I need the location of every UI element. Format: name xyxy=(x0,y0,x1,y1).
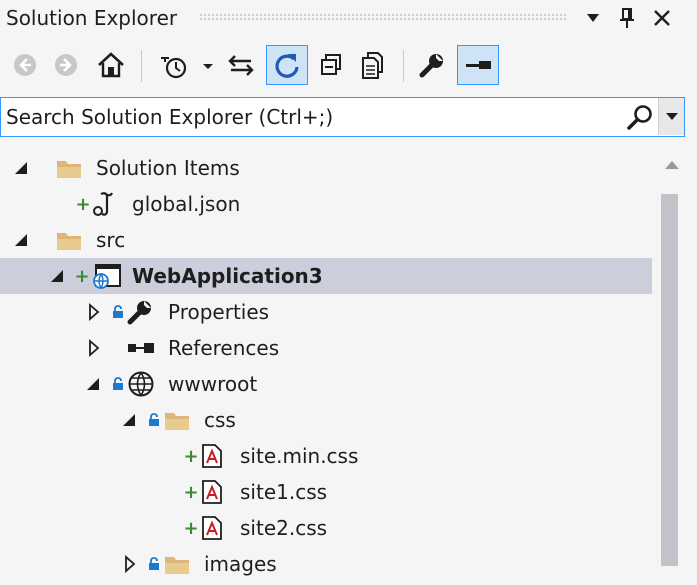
web-project-icon xyxy=(90,258,122,294)
css-file-icon xyxy=(201,474,223,510)
lock-icon xyxy=(112,294,124,330)
folder-icon xyxy=(56,222,82,258)
scroll-up-arrow-icon[interactable] xyxy=(660,155,684,175)
tree-item-label: wwwroot xyxy=(168,372,258,396)
tree-item-src[interactable]: src xyxy=(0,222,652,258)
refresh-button[interactable] xyxy=(266,45,308,85)
collapse-all-icon xyxy=(321,54,341,75)
added-marker-icon: + xyxy=(183,517,199,539)
dropdown-arrow-icon[interactable] xyxy=(580,4,606,32)
folder-icon xyxy=(56,150,82,186)
expanded-arrow-icon[interactable] xyxy=(86,366,100,402)
tree-item-css[interactable]: css xyxy=(0,402,652,438)
title-bar: Solution Explorer xyxy=(0,0,697,38)
preview-selected-items-icon xyxy=(466,61,491,69)
lock-icon xyxy=(148,546,160,582)
tree-item-properties[interactable]: Properties xyxy=(0,294,652,330)
tree-item-label: Properties xyxy=(168,300,270,324)
css-file-icon xyxy=(201,510,223,546)
solution-tree: Solution Items + global.json src + WebAp… xyxy=(0,150,655,585)
wrench-icon xyxy=(126,294,154,330)
folder-icon xyxy=(164,402,190,438)
tree-item-label: global.json xyxy=(132,192,241,216)
vertical-scrollbar[interactable] xyxy=(660,150,684,585)
back-icon xyxy=(14,54,36,76)
back-button[interactable] xyxy=(6,45,44,85)
folder-icon xyxy=(164,546,190,582)
added-marker-icon: + xyxy=(74,265,90,287)
expanded-arrow-icon[interactable] xyxy=(122,402,136,438)
tree-item-label: images xyxy=(204,552,277,576)
scrollbar-thumb[interactable] xyxy=(661,194,678,566)
tree-item-webapplication3[interactable]: + WebApplication3 xyxy=(0,258,652,294)
forward-icon xyxy=(55,54,77,76)
search-options-button[interactable] xyxy=(658,98,684,135)
tree-item-images[interactable]: images xyxy=(0,546,652,582)
tree-item-references[interactable]: References xyxy=(0,330,652,366)
json-file-icon xyxy=(91,186,115,222)
tree-item-site2-css[interactable]: + site2.css xyxy=(0,510,652,546)
tree-item-label: WebApplication3 xyxy=(132,264,323,288)
expanded-arrow-icon[interactable] xyxy=(14,150,28,186)
tree-item-label: Solution Items xyxy=(96,156,240,180)
collapse-all-button[interactable] xyxy=(312,45,350,85)
show-all-files-button[interactable] xyxy=(355,45,393,85)
added-marker-icon: + xyxy=(183,481,199,503)
tree-item-wwwroot[interactable]: wwwroot xyxy=(0,366,652,402)
expanded-arrow-icon[interactable] xyxy=(50,258,64,294)
references-icon xyxy=(126,330,156,366)
pending-changes-filter-button[interactable] xyxy=(154,45,216,85)
show-all-files-icon xyxy=(362,52,383,79)
search-icon[interactable] xyxy=(625,103,655,131)
tree-item-label: css xyxy=(204,408,236,432)
globe-icon xyxy=(127,366,155,402)
collapsed-arrow-icon[interactable] xyxy=(88,330,100,366)
home-icon xyxy=(98,52,124,78)
toolbar-separator xyxy=(141,50,142,82)
sync-with-active-document-icon xyxy=(228,55,254,76)
tree-item-label: References xyxy=(168,336,280,360)
collapsed-arrow-icon[interactable] xyxy=(88,294,100,330)
lock-icon xyxy=(112,366,124,402)
toolbar xyxy=(0,38,697,94)
forward-button[interactable] xyxy=(47,45,85,85)
expanded-arrow-icon[interactable] xyxy=(14,222,28,258)
toolbar-separator xyxy=(403,50,404,82)
sync-with-active-document-button[interactable] xyxy=(222,45,260,85)
preview-selected-items-button[interactable] xyxy=(457,45,499,85)
lock-icon xyxy=(148,402,160,438)
tree-item-site1-css[interactable]: + site1.css xyxy=(0,474,652,510)
tree-item-label: src xyxy=(96,228,126,252)
tree-item-label: site2.css xyxy=(240,516,328,540)
properties-wrench-icon xyxy=(419,54,443,78)
tree-item-solution-items[interactable]: Solution Items xyxy=(0,150,652,186)
collapsed-arrow-icon[interactable] xyxy=(124,546,136,582)
chevron-down-icon xyxy=(665,112,678,120)
pin-icon[interactable] xyxy=(614,4,640,32)
tree-item-global-json[interactable]: + global.json xyxy=(0,186,652,222)
refresh-icon xyxy=(275,54,299,78)
window-title: Solution Explorer xyxy=(6,6,178,30)
added-marker-icon: + xyxy=(183,445,199,467)
close-icon[interactable] xyxy=(649,4,675,32)
drag-grip[interactable] xyxy=(199,13,567,20)
search-box xyxy=(0,97,685,137)
search-input[interactable] xyxy=(4,102,618,132)
properties-button[interactable] xyxy=(413,45,451,85)
home-button[interactable] xyxy=(92,45,130,85)
pending-changes-filter-icon xyxy=(161,57,213,79)
added-marker-icon: + xyxy=(75,193,91,215)
tree-item-site-min-css[interactable]: + site.min.css xyxy=(0,438,652,474)
tree-item-label: site.min.css xyxy=(240,444,359,468)
css-file-icon xyxy=(201,438,223,474)
tree-item-label: site1.css xyxy=(240,480,328,504)
